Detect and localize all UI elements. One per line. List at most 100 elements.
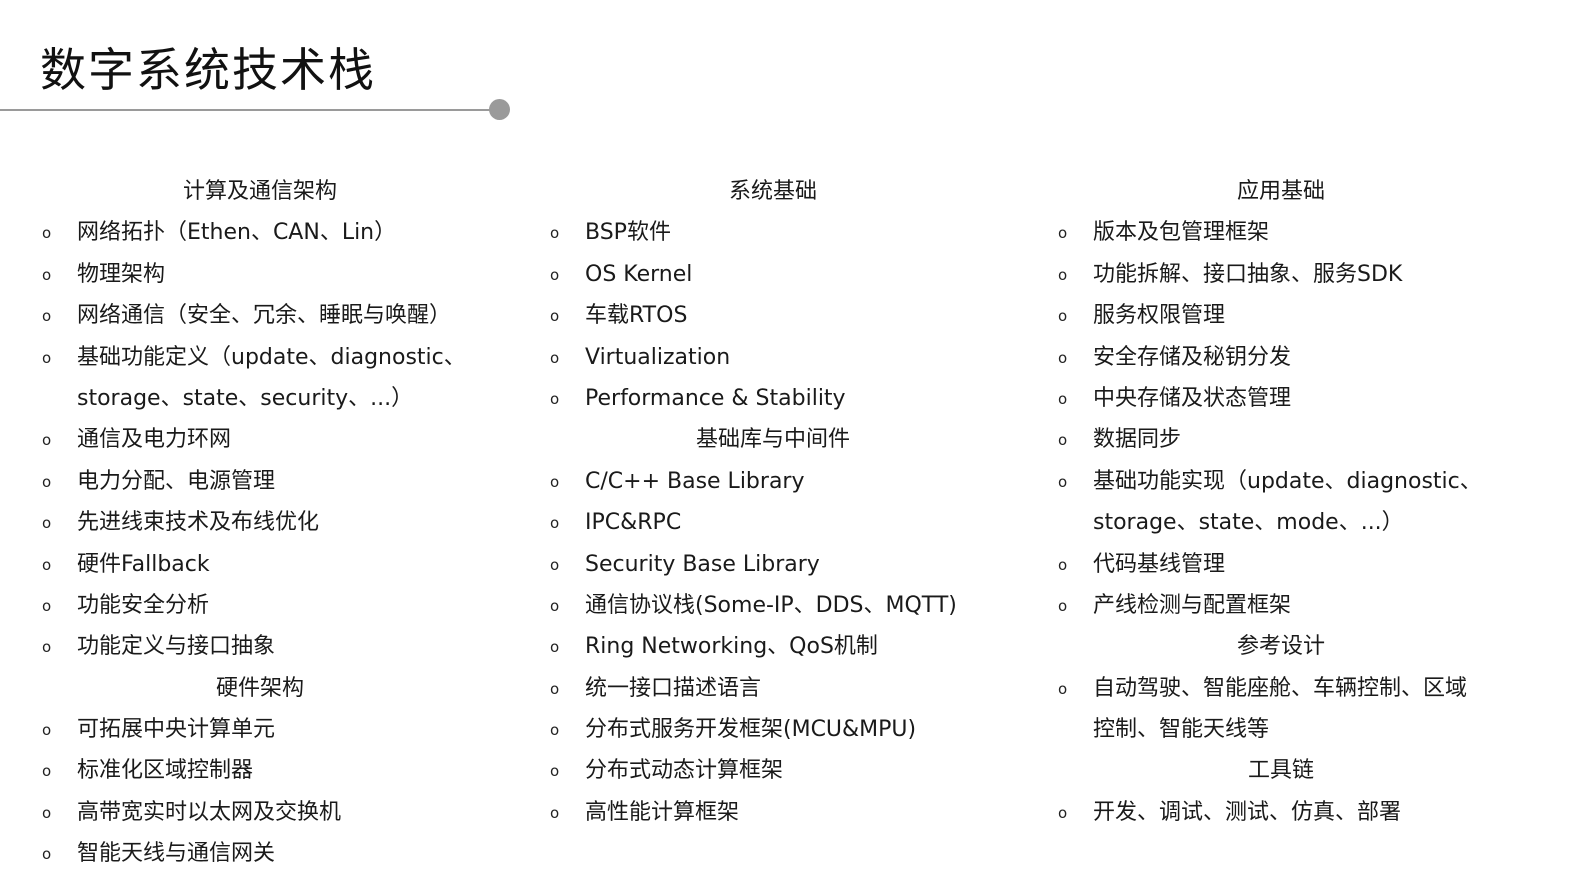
section-heading: 硬件架构 xyxy=(215,675,304,701)
list-item-text: 基础功能实现（update、diagnostic、 xyxy=(1093,468,1482,494)
section-heading: 基础库与中间件 xyxy=(695,427,850,453)
list-item-text: 中央存储及状态管理 xyxy=(1093,385,1292,411)
list-item-text: 通信协议栈(Some-IP、DDS、MQTT) xyxy=(585,592,957,618)
title-divider xyxy=(0,109,500,111)
list-item-text: 网络拓扑（Ethen、CAN、Lin） xyxy=(77,220,397,246)
list-item: o 通信及电力环网 xyxy=(40,419,480,460)
list-item: o Virtualization xyxy=(548,337,998,378)
list-item-text: 通信及电力环网 xyxy=(77,427,232,453)
list-item: o 智能天线与通信网关 xyxy=(40,833,480,874)
list-item: o 开发、调试、测试、仿真、部署 xyxy=(1056,792,1506,833)
list-item-text: Ring Networking、QoS机制 xyxy=(585,634,878,660)
list-item-text: 可拓展中央计算单元 xyxy=(77,717,276,743)
list-item: o 高性能计算框架 xyxy=(548,792,998,833)
list-item: o 分布式服务开发框架(MCU&MPU) xyxy=(548,709,998,750)
bullet-circle-icon: o xyxy=(550,348,560,367)
list-item-text: 基础功能定义（update、diagnostic、 xyxy=(77,344,466,370)
list-item-text: IPC&RPC xyxy=(585,510,682,536)
bullet-circle-icon: o xyxy=(1058,307,1068,326)
list-item-text: 先进线束技术及布线优化 xyxy=(77,510,320,536)
list-item: o 数据同步 xyxy=(1056,419,1506,460)
list-item-text: 车载RTOS xyxy=(585,303,688,329)
list-item-text: Virtualization xyxy=(585,344,731,370)
list-item-text: 代码基线管理 xyxy=(1093,551,1226,577)
list-item-text: 物理架构 xyxy=(77,261,166,287)
list-item: o 统一接口描述语言 xyxy=(548,668,998,709)
list-item: o 服务权限管理 xyxy=(1056,295,1506,336)
bullet-circle-icon: o xyxy=(1058,472,1068,491)
list-item: o 网络拓扑（Ethen、CAN、Lin） xyxy=(40,212,480,253)
list-item: o 基础功能实现（update、diagnostic、 xyxy=(1056,461,1506,502)
bullet-circle-icon: o xyxy=(1058,265,1068,284)
bullet-circle-icon: o xyxy=(1058,224,1068,243)
list-item: o 安全存储及秘钥分发 xyxy=(1056,337,1506,378)
list-item: o 高带宽实时以太网及交换机 xyxy=(40,792,480,833)
list-item: o 版本及包管理框架 xyxy=(1056,212,1506,253)
list-item-text: 安全存储及秘钥分发 xyxy=(1093,344,1292,370)
list-item-text: 产线检测与配置框架 xyxy=(1093,592,1292,618)
list-item-text: C/C++ Base Library xyxy=(585,468,805,494)
list-item-text: 统一接口描述语言 xyxy=(585,675,762,701)
bullet-circle-icon: o xyxy=(42,431,52,450)
list-item-text: OS Kernel xyxy=(585,261,693,287)
list-item-text: 版本及包管理框架 xyxy=(1093,220,1270,246)
list-item-text: Security Base Library xyxy=(585,551,820,577)
bullet-circle-icon: o xyxy=(42,762,52,781)
list-item: o IPC&RPC xyxy=(548,502,998,543)
bullet-circle-icon: o xyxy=(42,803,52,822)
list-item: o 先进线束技术及布线优化 xyxy=(40,502,480,543)
bullet-circle-icon: o xyxy=(42,265,52,284)
column-system-foundation: 系统基础 o BSP软件 o OS Kernel o 车载RTOS o Virtualizati… xyxy=(548,171,998,833)
bullet-circle-icon: o xyxy=(1058,803,1068,822)
bullet-circle-icon: o xyxy=(42,721,52,740)
list-item: o 标准化区域控制器 xyxy=(40,750,480,791)
list-item-text: 控制、智能天线等 xyxy=(1093,717,1270,743)
list-item-text: 自动驾驶、智能座舱、车辆控制、区域 xyxy=(1093,675,1468,701)
list-item-text: storage、state、security、...） xyxy=(77,385,414,411)
column-compute-communication: 计算及通信架构 o 网络拓扑（Ethen、CAN、Lin） o 物理架构 o 网络通信（安全… xyxy=(40,171,480,875)
list-item-text: 标准化区域控制器 xyxy=(77,758,254,784)
bullet-circle-icon: o xyxy=(550,762,560,781)
bullet-circle-icon: o xyxy=(42,596,52,615)
list-item: o 可拓展中央计算单元 xyxy=(40,709,480,750)
list-item: o 功能拆解、接口抽象、服务SDK xyxy=(1056,254,1506,295)
section-heading: 参考设计 xyxy=(1236,634,1325,660)
section-heading: 系统基础 xyxy=(728,179,817,204)
list-item: o 功能安全分析 xyxy=(40,585,480,626)
list-item-text: 分布式服务开发框架(MCU&MPU) xyxy=(585,717,917,743)
list-item: o Performance & Stability xyxy=(548,378,998,419)
list-item: o 功能定义与接口抽象 xyxy=(40,626,480,667)
page-title: 数字系统技术栈 xyxy=(40,43,376,97)
bullet-circle-icon: o xyxy=(550,265,560,284)
bullet-circle-icon: o xyxy=(550,596,560,615)
list-item-continuation: storage、state、security、...） xyxy=(40,378,480,419)
bullet-circle-icon: o xyxy=(550,638,560,657)
list-item-text: Performance & Stability xyxy=(585,385,846,411)
bullet-circle-icon: o xyxy=(550,555,560,574)
list-item-text: 服务权限管理 xyxy=(1093,303,1226,329)
list-item: o C/C++ Base Library xyxy=(548,461,998,502)
list-item-text: 电力分配、电源管理 xyxy=(77,468,276,494)
bullet-circle-icon: o xyxy=(42,845,52,864)
bullet-circle-icon: o xyxy=(550,389,560,408)
title-divider-dot xyxy=(489,99,510,120)
section-heading: 工具链 xyxy=(1247,758,1314,784)
column-application-foundation: 应用基础 o 版本及包管理框架 o 功能拆解、接口抽象、服务SDK o 服务权限管理 o 安全存… xyxy=(1056,171,1506,833)
bullet-circle-icon: o xyxy=(42,514,52,533)
list-item-text: 分布式动态计算框架 xyxy=(585,758,784,784)
list-item-text: 网络通信（安全、冗余、睡眠与唤醒） xyxy=(77,303,452,329)
list-item-continuation: storage、state、mode、...） xyxy=(1056,502,1506,543)
section-heading: 计算及通信架构 xyxy=(182,179,337,204)
bullet-circle-icon: o xyxy=(1058,389,1068,408)
bullet-circle-icon: o xyxy=(550,224,560,243)
bullet-circle-icon: o xyxy=(550,472,560,491)
bullet-circle-icon: o xyxy=(550,307,560,326)
list-item: o OS Kernel xyxy=(548,254,998,295)
list-item: o 电力分配、电源管理 xyxy=(40,461,480,502)
bullet-circle-icon: o xyxy=(1058,431,1068,450)
list-item: o 车载RTOS xyxy=(548,295,998,336)
section-heading: 应用基础 xyxy=(1236,179,1325,204)
list-item-text: 高带宽实时以太网及交换机 xyxy=(77,799,342,825)
list-item-text: 高性能计算框架 xyxy=(585,799,740,825)
list-item: o 基础功能定义（update、diagnostic、 xyxy=(40,337,480,378)
